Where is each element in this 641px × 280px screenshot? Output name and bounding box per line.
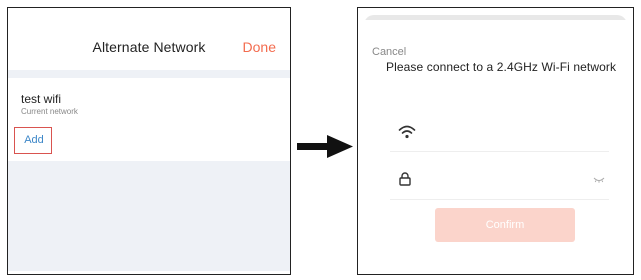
eye-closed-icon[interactable] — [593, 176, 605, 184]
lock-icon — [399, 172, 411, 186]
header: Alternate Network Done — [8, 8, 290, 74]
empty-list-area — [8, 161, 290, 271]
tutorial-stage: Alternate Network Done test wifi Current… — [0, 0, 641, 280]
network-name: test wifi — [21, 92, 62, 106]
alternate-network-screen: Alternate Network Done test wifi Current… — [7, 7, 291, 275]
add-network-button[interactable]: Add — [14, 127, 52, 154]
cancel-button[interactable]: Cancel — [372, 46, 406, 58]
right-arrow-icon — [297, 135, 353, 158]
password-field-underline — [390, 199, 609, 200]
add-row: Add — [8, 121, 290, 161]
wifi-setup-screen: Cancel Please connect to a 2.4GHz Wi-Fi … — [357, 7, 634, 275]
wifi-instruction-title: Please connect to a 2.4GHz Wi-Fi network — [386, 60, 617, 74]
wifi-icon — [398, 125, 416, 139]
done-button[interactable]: Done — [243, 39, 276, 55]
network-status: Current network — [21, 107, 78, 116]
section-divider — [8, 70, 290, 78]
confirm-button[interactable]: Confirm — [435, 208, 575, 242]
current-network-item[interactable]: test wifi Current network — [8, 80, 290, 120]
wifi-field-underline — [390, 151, 609, 152]
